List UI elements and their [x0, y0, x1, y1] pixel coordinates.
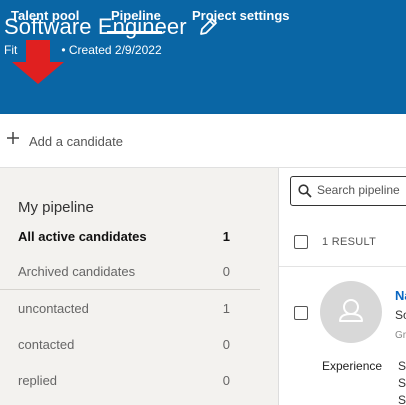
- pipeline-row-replied[interactable]: replied 0: [18, 373, 230, 388]
- add-candidate-bar: Add a candidate: [0, 114, 406, 168]
- candidate-location: Gr: [395, 330, 406, 341]
- pipeline-row-count: 1: [222, 301, 230, 316]
- plus-icon[interactable]: [7, 132, 19, 144]
- candidate-headline: So: [395, 308, 406, 322]
- search-pipeline-input[interactable]: [317, 183, 406, 197]
- red-down-arrow-annotation: [12, 40, 64, 84]
- created-date: • Created 2/9/2022: [61, 43, 162, 57]
- search-icon: [298, 184, 312, 198]
- person-placeholder-icon: [339, 299, 363, 322]
- pipeline-row-contacted[interactable]: contacted 0: [18, 337, 230, 352]
- result-count: 1 RESULT: [322, 236, 377, 248]
- experience-label: Experience: [322, 359, 383, 373]
- experience-item: So: [398, 359, 406, 373]
- tab-label: Project settings: [192, 8, 290, 23]
- select-all-checkbox[interactable]: [294, 235, 308, 249]
- avatar[interactable]: [320, 281, 382, 343]
- tab-label: Talent pool: [11, 8, 80, 23]
- pipeline-row-label: uncontacted: [18, 301, 89, 316]
- results-panel: 1 RESULT Na So Gr Experience So So Sc: [278, 168, 406, 405]
- results-divider: [279, 266, 406, 267]
- pipeline-title: My pipeline: [18, 199, 94, 216]
- candidate-checkbox[interactable]: [294, 306, 308, 320]
- pipeline-row-label: contacted: [18, 337, 75, 352]
- pipeline-row-all-active[interactable]: All active candidates 1: [18, 229, 230, 244]
- tab-label: Pipeline: [111, 8, 161, 23]
- experience-item: Sc: [398, 393, 406, 405]
- candidate-name-link[interactable]: Na: [395, 288, 406, 303]
- pipeline-row-uncontacted[interactable]: uncontacted 1: [18, 301, 230, 316]
- pipeline-row-count: 0: [222, 373, 230, 388]
- search-pipeline-box[interactable]: [290, 176, 406, 206]
- pipeline-sidebar: My pipeline All active candidates 1 Arch…: [0, 168, 278, 405]
- add-candidate-button[interactable]: Add a candidate: [29, 134, 123, 149]
- pipeline-row-label: replied: [18, 373, 58, 388]
- pipeline-row-count: 1: [222, 229, 230, 244]
- pipeline-row-count: 0: [222, 264, 230, 279]
- pipeline-row-label: Archived candidates: [18, 264, 136, 279]
- pipeline-row-archived[interactable]: Archived candidates 0: [18, 264, 230, 279]
- experience-item: So: [398, 376, 406, 390]
- tab-pipeline[interactable]: Pipeline: [107, 0, 162, 34]
- pipeline-row-label: All active candidates: [18, 229, 147, 244]
- pipeline-row-count: 0: [222, 337, 230, 352]
- pipeline-divider: [0, 289, 260, 290]
